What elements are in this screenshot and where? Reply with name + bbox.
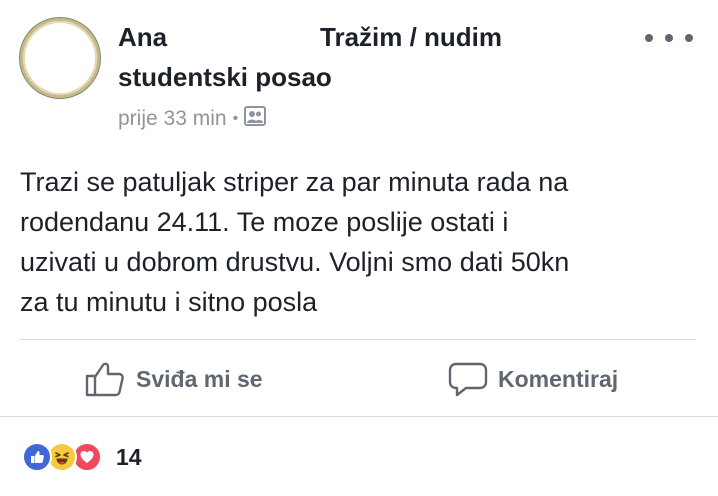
- post-text-line: za tu minutu i sitno posla: [20, 287, 318, 317]
- post-text-line: uzivati u dobrom drustvu. Voljni smo dat…: [20, 247, 570, 277]
- more-dot-icon: [685, 34, 693, 42]
- more-dot-icon: [645, 34, 653, 42]
- like-button[interactable]: Sviđa mi se: [84, 356, 263, 402]
- post-timestamp[interactable]: prije 33 min: [118, 107, 227, 131]
- thumbs-up-icon: [85, 362, 124, 397]
- like-reaction-icon: [22, 442, 52, 472]
- post-meta: prije 33 min •: [118, 106, 267, 132]
- post-body: Trazi se patuljak striper za par minuta …: [20, 162, 710, 322]
- more-options-button[interactable]: [645, 24, 693, 52]
- avatar[interactable]: [20, 18, 100, 98]
- post-text-line: rodendanu 24.11. Te moze poslije ostati …: [20, 207, 509, 237]
- like-label: Sviđa mi se: [136, 365, 263, 392]
- group-members-icon: [244, 106, 267, 132]
- comment-button[interactable]: Komentiraj: [448, 356, 618, 402]
- divider: [0, 416, 718, 417]
- more-dot-icon: [665, 34, 673, 42]
- reaction-count[interactable]: 14: [116, 444, 142, 471]
- comment-label: Komentiraj: [498, 365, 619, 392]
- group-name-continued[interactable]: studentski posao: [118, 62, 332, 93]
- meta-separator: •: [232, 110, 239, 127]
- reactions-summary[interactable]: 14: [22, 442, 142, 472]
- comment-bubble-icon: [448, 362, 488, 397]
- group-name[interactable]: Tražim / nudim: [320, 22, 502, 53]
- post-text-line: Trazi se patuljak striper za par minuta …: [20, 167, 569, 197]
- author-name[interactable]: Ana: [118, 22, 167, 53]
- divider: [20, 339, 696, 340]
